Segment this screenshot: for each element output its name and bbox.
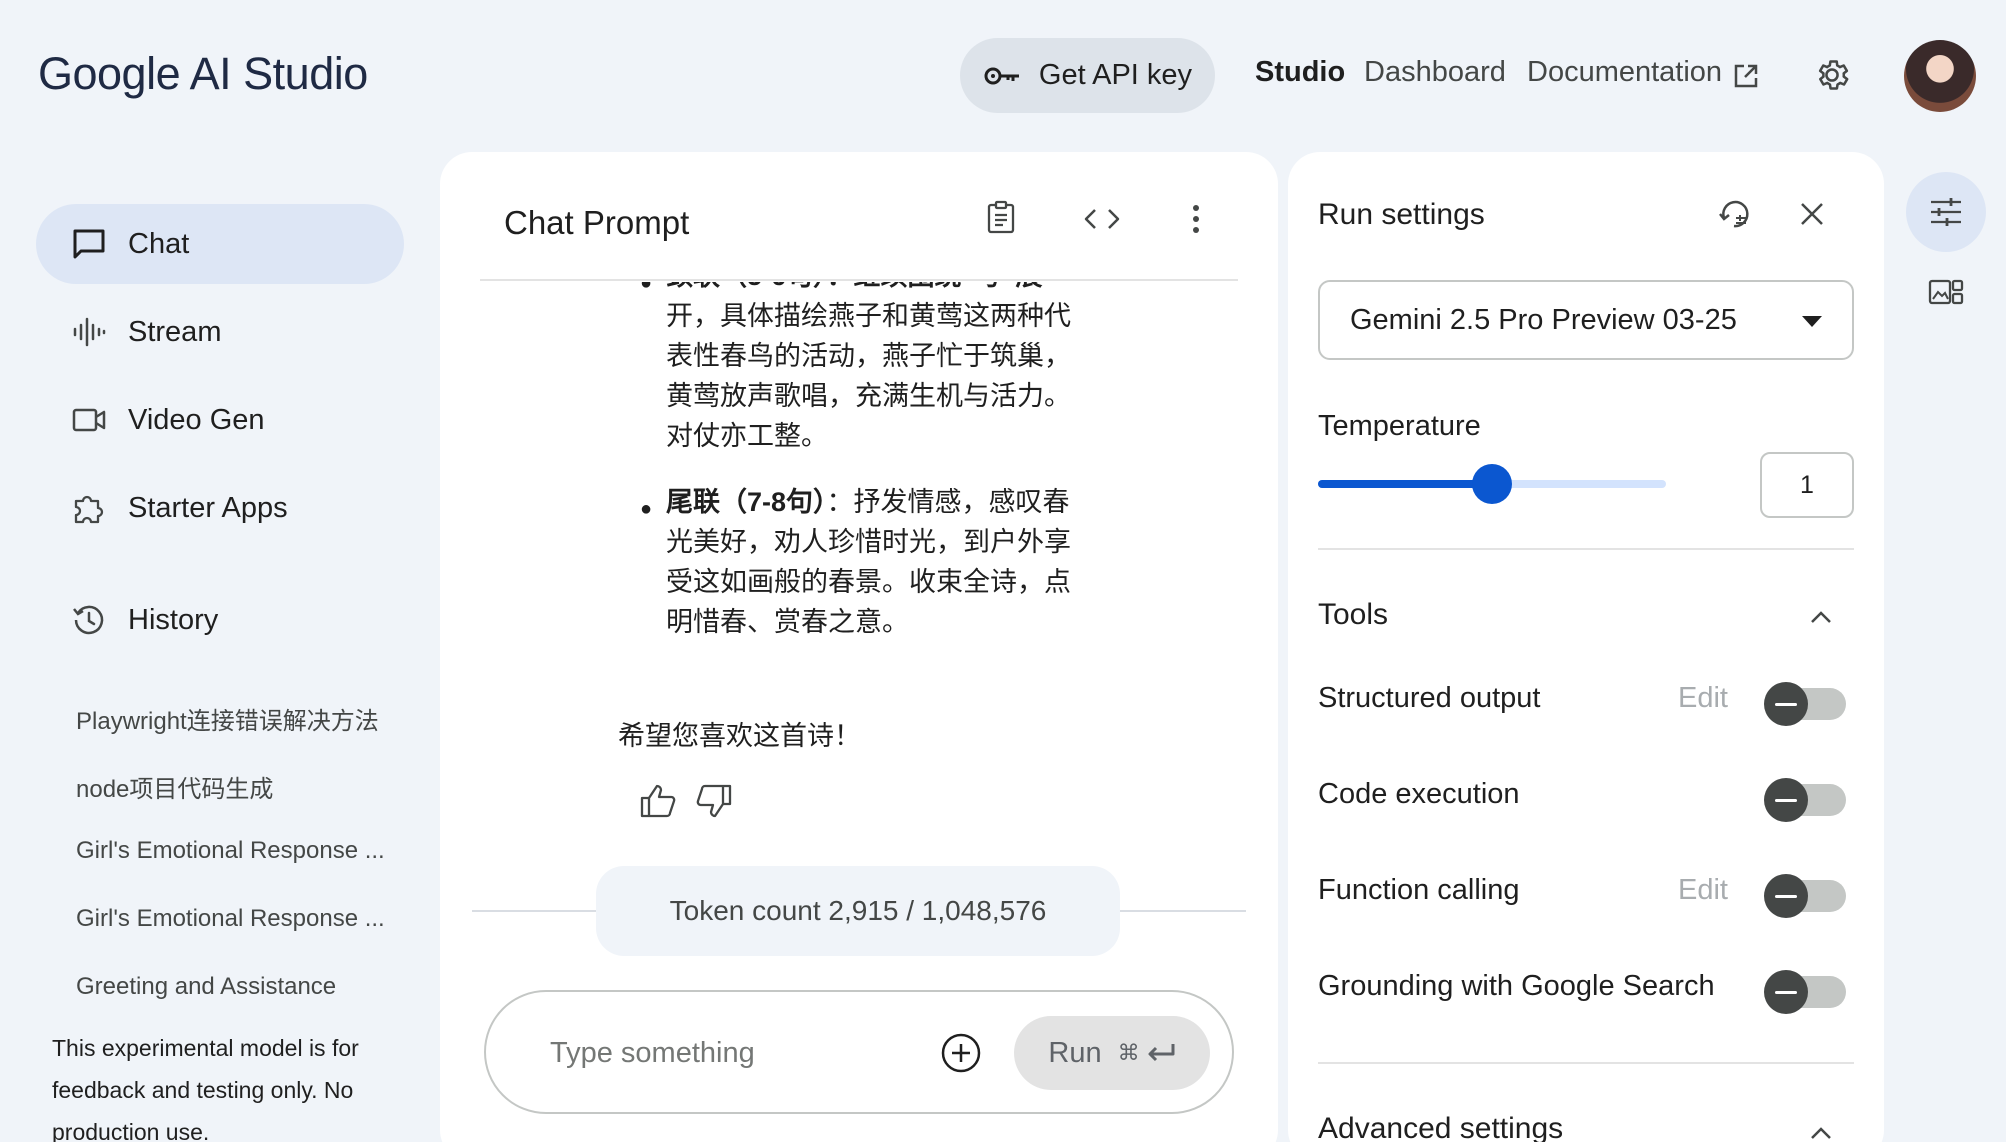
toggle-knob <box>1764 874 1808 918</box>
external-link-icon <box>1734 64 1758 88</box>
bullet: ● <box>640 282 653 294</box>
waveform-icon <box>72 315 106 349</box>
advanced-settings-title[interactable]: Advanced settings <box>1318 1112 1563 1142</box>
toggle-grounding[interactable] <box>1764 970 1846 1014</box>
bullet-title: 尾联（7-8句） <box>666 487 827 517</box>
message-paragraph: 开，具体描绘燕子和黄莺这两种代表性春鸟的活动，燕子忙于筑巢，黄莺放声歌唱，充满生… <box>666 301 1071 451</box>
temperature-input[interactable]: 1 <box>1760 452 1854 518</box>
sidebar-item-history[interactable]: History <box>36 580 404 660</box>
more-vert-icon[interactable] <box>1192 204 1200 234</box>
toggle-knob <box>1764 778 1808 822</box>
model-select-value: Gemini 2.5 Pro Preview 03-25 <box>1350 303 1737 336</box>
avatar[interactable] <box>1904 40 1976 112</box>
puzzle-icon <box>72 491 106 525</box>
history-item[interactable]: Girl's Emotional Response ... <box>76 837 385 865</box>
toggle-structured-output[interactable] <box>1764 682 1846 726</box>
toggle-function-calling[interactable] <box>1764 874 1846 918</box>
chat-icon <box>72 227 106 261</box>
media-gallery-icon[interactable] <box>1928 278 1964 306</box>
disclaimer-text: This experimental model is for feedback … <box>52 1035 359 1142</box>
run-settings-toggle-button[interactable] <box>1906 172 1986 252</box>
bullet: ● <box>640 498 653 520</box>
chevron-up-icon[interactable] <box>1810 1126 1832 1140</box>
tool-structured-output-label: Structured output <box>1318 682 1541 714</box>
prompt-input[interactable] <box>550 1028 910 1078</box>
tools-section-title[interactable]: Tools <box>1318 598 1388 632</box>
history-item[interactable]: Greeting and Assistance <box>76 973 336 1001</box>
settings-divider <box>1318 1062 1854 1064</box>
history-item[interactable]: Playwright连接错误解决方法 <box>76 701 379 736</box>
tool-code-execution-label: Code execution <box>1318 778 1520 810</box>
history-item[interactable]: node项目代码生成 <box>76 769 273 804</box>
temperature-label: Temperature <box>1318 410 1481 442</box>
command-key: ⌘ <box>1117 1040 1140 1065</box>
toggle-knob <box>1764 682 1808 726</box>
history-item[interactable]: Girl's Emotional Response ... <box>76 905 385 933</box>
chat-panel: Chat Prompt ● 颈联（5-6句）：继续围绕“写”展 开，具体描绘燕子… <box>440 152 1278 1142</box>
run-button[interactable]: Run ⌘ <box>1014 1016 1210 1090</box>
run-settings-panel: Run settings Gemini 2.5 Pro Preview 03-2… <box>1288 152 1884 1142</box>
tool-function-calling-label: Function calling <box>1318 874 1520 906</box>
sidebar-item-label: History <box>128 603 219 636</box>
thumbs-up-icon[interactable] <box>640 784 676 818</box>
edit-function-calling-link[interactable]: Edit <box>1678 874 1728 907</box>
temperature-slider-thumb[interactable] <box>1472 464 1512 504</box>
thumbs-down-icon[interactable] <box>696 784 732 818</box>
run-shortcut: ⌘ <box>1118 1040 1176 1066</box>
video-icon <box>72 403 106 437</box>
history-icon <box>72 603 106 637</box>
model-select[interactable]: Gemini 2.5 Pro Preview 03-25 <box>1318 280 1854 360</box>
partial-line: 颈联（5-6句）：继续围绕“写”展 <box>666 282 1096 296</box>
edit-structured-output-link[interactable]: Edit <box>1678 682 1728 715</box>
chat-title: Chat Prompt <box>504 204 690 241</box>
nav-dashboard[interactable]: Dashboard <box>1364 56 1506 89</box>
gear-icon[interactable] <box>1813 56 1851 94</box>
add-media-icon[interactable] <box>940 1032 982 1074</box>
settings-divider <box>1318 548 1854 550</box>
get-api-key-label: Get API key <box>1038 59 1193 91</box>
chevron-up-icon[interactable] <box>1810 610 1832 624</box>
sidebar-item-label: Starter Apps <box>128 491 288 524</box>
get-api-key-button[interactable]: Get API key <box>960 38 1215 113</box>
tool-grounding-label: Grounding with Google Search <box>1318 970 1715 1002</box>
token-count: Token count 2,915 / 1,048,576 <box>596 866 1120 956</box>
toggle-code-execution[interactable] <box>1764 778 1846 822</box>
run-label: Run <box>1048 1036 1102 1069</box>
sidebar-item-stream[interactable]: Stream <box>36 292 404 372</box>
key-icon <box>984 67 1019 84</box>
nav-studio[interactable]: Studio <box>1255 56 1345 89</box>
tune-icon <box>1931 198 1961 226</box>
closing-line: 希望您喜欢这首诗！ <box>618 721 861 751</box>
enter-icon <box>1148 1044 1175 1062</box>
header-divider <box>480 279 1238 281</box>
app-title[interactable]: Google AI Studio <box>38 48 368 100</box>
code-icon[interactable] <box>1084 208 1120 230</box>
message-paragraph: 尾联（7-8句）：抒发情感，感叹春光美好，劝人珍惜时光，到户外享受这如画般的春景… <box>666 482 1096 642</box>
clipboard-icon[interactable] <box>986 200 1016 234</box>
nav-documentation[interactable]: Documentation <box>1527 56 1722 89</box>
sidebar-item-starter-apps[interactable]: Starter Apps <box>36 468 404 548</box>
toggle-knob <box>1764 970 1808 1014</box>
reset-settings-icon[interactable] <box>1716 196 1752 232</box>
sidebar-item-label: Stream <box>128 315 222 348</box>
close-icon[interactable] <box>1800 202 1824 226</box>
temperature-slider-fill <box>1318 480 1492 488</box>
chevron-down-icon <box>1802 316 1822 327</box>
sidebar-item-chat[interactable]: Chat <box>36 204 404 284</box>
sidebar-item-label: Video Gen <box>128 403 265 436</box>
sidebar-item-video-gen[interactable]: Video Gen <box>36 380 404 460</box>
sidebar-item-label: Chat <box>128 227 190 260</box>
run-settings-title: Run settings <box>1318 198 1485 231</box>
prompt-input-container: Run ⌘ <box>484 990 1234 1114</box>
